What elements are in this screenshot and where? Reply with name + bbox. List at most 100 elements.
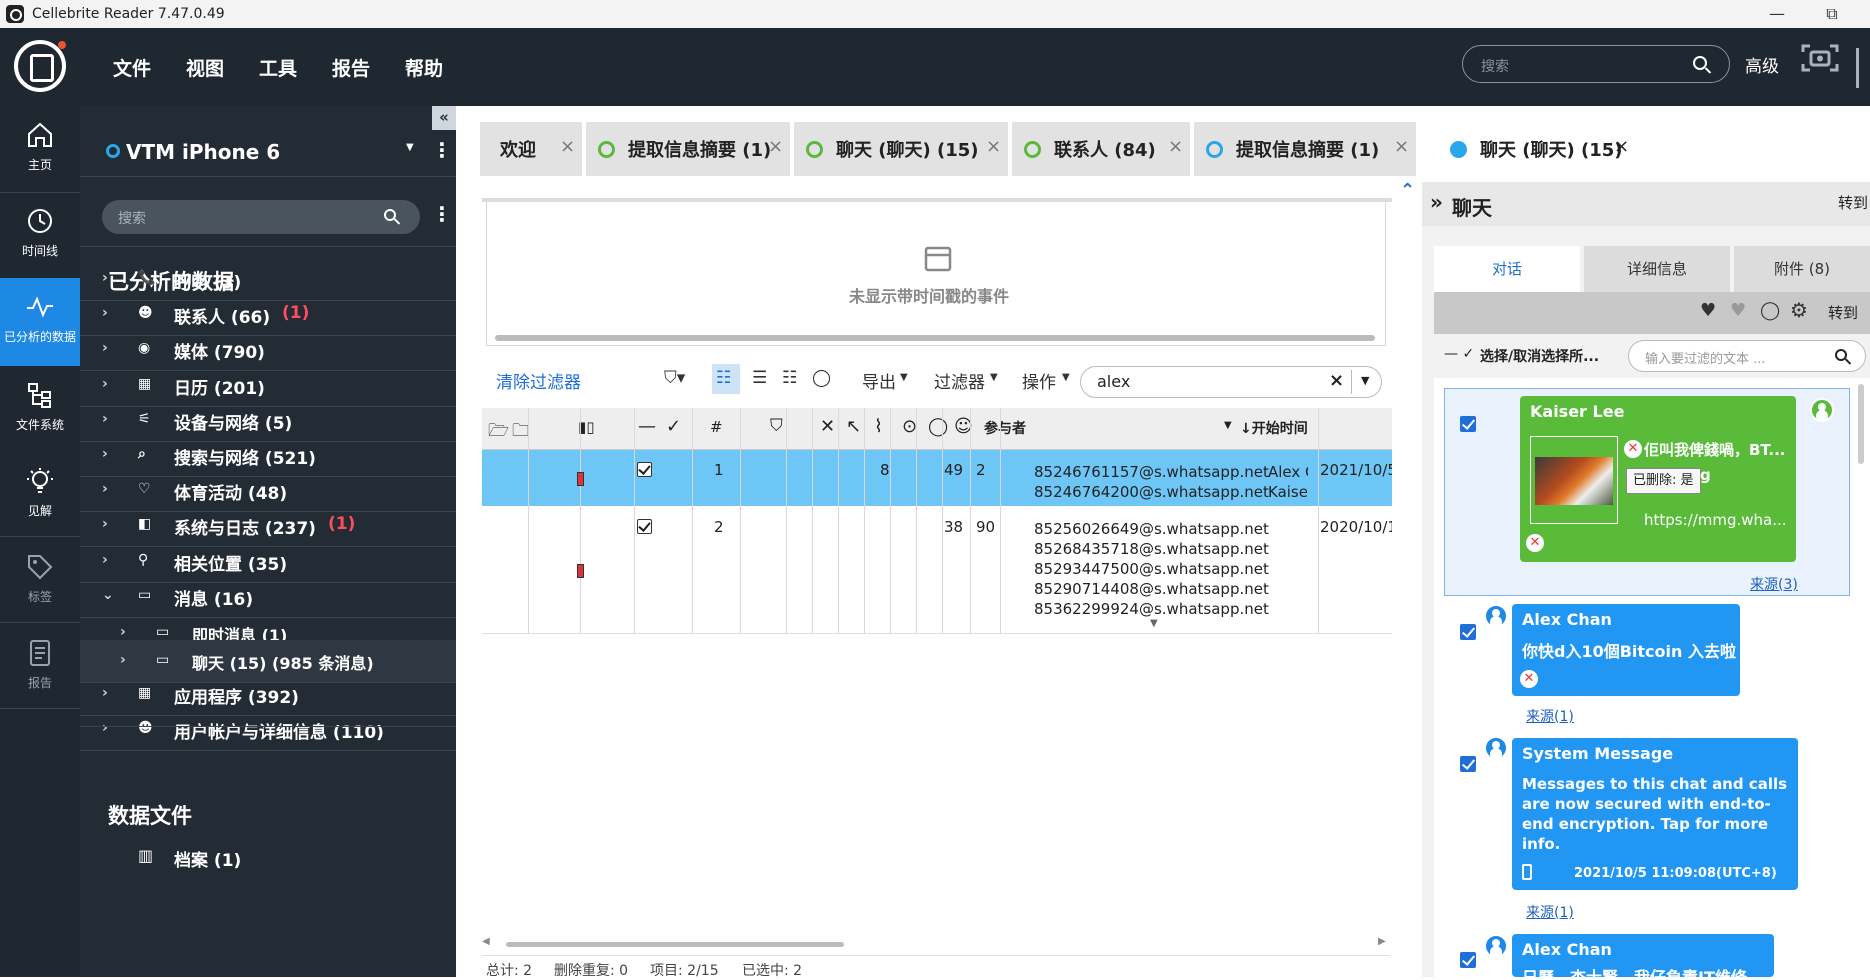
search-icon[interactable]	[384, 209, 396, 221]
row-1-checkbox[interactable]	[637, 462, 652, 477]
device-name[interactable]: VTM iPhone 6	[126, 140, 280, 164]
col-start-time[interactable]: ↓开始时间	[1240, 418, 1308, 438]
global-search-input[interactable]: 搜索	[1462, 45, 1730, 83]
tag-filter-icon[interactable]: ⛉▾	[664, 368, 685, 388]
chevron-down-icon[interactable]: ▼	[1224, 420, 1232, 431]
message-source-link[interactable]: 来源(3)	[1750, 574, 1798, 594]
nav-home[interactable]: 主页	[0, 106, 80, 192]
chevron-right-icon[interactable]: ›	[102, 720, 108, 736]
grid-horizontal-scrollbar[interactable]: ◀ ▶	[482, 936, 1390, 950]
close-icon[interactable]: ×	[986, 136, 1001, 157]
attachment-icon[interactable]: ⌇	[874, 416, 883, 437]
chevron-down-icon[interactable]: ⌄	[102, 587, 114, 603]
cellebrite-logo[interactable]	[14, 40, 66, 92]
nav-analyzed-data[interactable]: 已分析的数据	[0, 278, 80, 366]
message-source-link[interactable]: 来源(1)	[1526, 902, 1574, 922]
remove-tag-icon[interactable]: ♥	[1730, 300, 1746, 321]
archive-item[interactable]: 档案 (1)	[174, 846, 241, 871]
message-source-link[interactable]: 来源(1)	[1526, 706, 1574, 726]
message-link[interactable]: https://mmg.wha...	[1644, 510, 1787, 530]
tab-chats[interactable]: 聊天 (聊天) (15) ×	[794, 122, 1008, 176]
device-menu-icon[interactable]: ⋮	[432, 138, 452, 162]
tree-item[interactable]: › ☻ 用户帐户与详细信息 (110)	[80, 708, 456, 751]
grid-filter-input[interactable]: alex × ▼	[1080, 366, 1382, 398]
message-1-checkbox[interactable]	[1460, 416, 1476, 432]
message-bubble[interactable]: Kaiser Lee ✕ 佢叫我俾錢喎，BT... 已删除: 是 g https…	[1520, 396, 1796, 562]
tab-attachments[interactable]: 附件 (8)	[1734, 246, 1870, 292]
search-icon[interactable]	[1835, 349, 1847, 361]
panel-search-input[interactable]: 搜索	[102, 200, 420, 234]
message-scrollbar[interactable]	[1858, 384, 1864, 464]
list-view-icon[interactable]: ☷	[782, 368, 797, 388]
deleted-icon[interactable]: ✕	[820, 416, 835, 437]
tab-conversation[interactable]: 对话	[1434, 246, 1580, 292]
message-3-checkbox[interactable]	[1460, 756, 1476, 772]
scroll-left-icon[interactable]: ◀	[482, 936, 490, 947]
chevron-right-icon[interactable]: ›	[102, 340, 108, 356]
advanced-search-link[interactable]: 高级	[1745, 52, 1779, 77]
tag-icon[interactable]: ⛉	[770, 416, 783, 436]
select-toggle-icon[interactable]: — ✓	[1444, 346, 1474, 362]
message-2-checkbox[interactable]	[1460, 624, 1476, 640]
checklist-2-icon[interactable]: ☰	[752, 368, 767, 388]
chevron-down-icon[interactable]: ▼	[1361, 374, 1369, 387]
tab-extraction-summary-2[interactable]: 提取信息摘要 (1) ×	[1194, 122, 1416, 176]
close-icon[interactable]: ×	[768, 136, 783, 157]
chevron-right-icon[interactable]: ›	[102, 270, 108, 286]
message-bubble[interactable]: System Message Messages to this chat and…	[1512, 738, 1798, 890]
message-bubble[interactable]: Alex Chan 你快d入10個Bitcoin 入去啦 ✕	[1512, 604, 1740, 696]
chevron-right-icon[interactable]: ›	[102, 446, 108, 462]
chat-bubbles-icon[interactable]: ◯	[1760, 300, 1780, 321]
actions-menu[interactable]: 操作	[1022, 368, 1056, 393]
search-icon[interactable]	[1693, 56, 1707, 70]
tab-welcome[interactable]: 欢迎 ×	[480, 122, 582, 176]
nav-insights[interactable]: 见解	[0, 452, 80, 538]
clear-icon[interactable]: ×	[1329, 370, 1344, 391]
timeline-scrollbar[interactable]	[495, 335, 1375, 341]
tree-item[interactable]: ⌄ ▭ 消息 (16)	[80, 575, 456, 618]
settings-gear-icon[interactable]: ⚙	[1790, 298, 1808, 322]
fox-thumbnail-image[interactable]	[1535, 457, 1613, 505]
menu-report[interactable]: 报告	[332, 54, 370, 81]
chevron-right-icon[interactable]: ›	[102, 481, 108, 497]
nav-report[interactable]: 报告	[0, 624, 80, 710]
row-2-checkbox[interactable]	[637, 519, 652, 534]
chevron-right-icon[interactable]: ›	[102, 552, 108, 568]
menu-view[interactable]: 视图	[186, 54, 224, 81]
scrollbar-thumb[interactable]	[506, 942, 844, 947]
expand-down-icon[interactable]: ▼	[1150, 618, 1158, 629]
col-number[interactable]: #	[710, 418, 723, 436]
collapse-timeline-icon[interactable]: ⌃	[1400, 180, 1415, 201]
scroll-right-icon[interactable]: ▶	[1378, 936, 1386, 947]
close-icon[interactable]: ×	[1394, 136, 1409, 157]
maximize-button[interactable]: ⧉	[1812, 2, 1852, 26]
collapse-panel-button[interactable]: «	[432, 106, 456, 130]
tab-contacts[interactable]: 联系人 (84) ×	[1012, 122, 1190, 176]
attachment-frame[interactable]	[1530, 436, 1618, 524]
tab-chats-active[interactable]: 聊天 (聊天) (15) ×	[1438, 122, 1638, 176]
menu-tools[interactable]: 工具	[259, 54, 297, 81]
filter-menu[interactable]: 过滤器	[934, 368, 985, 393]
tab-details[interactable]: 详细信息	[1584, 246, 1730, 292]
chevron-right-icon[interactable]: ›	[102, 305, 108, 321]
arrow-icon[interactable]: ↖	[846, 416, 861, 437]
menu-file[interactable]: 文件	[113, 54, 151, 81]
screenshot-icon[interactable]	[1800, 42, 1840, 74]
folder-icon[interactable]: 🗀	[512, 418, 529, 447]
messages-icon[interactable]: ◯	[928, 416, 948, 437]
nav-timeline[interactable]: 时间线	[0, 192, 80, 278]
col-participants[interactable]: 参与者	[984, 418, 1026, 438]
nav-filesystem[interactable]: 文件系统	[0, 366, 80, 452]
goto-button[interactable]: 转到	[1838, 192, 1868, 213]
chevron-right-icon[interactable]: ›	[102, 685, 108, 701]
chevron-right-icon[interactable]: ›	[120, 624, 126, 640]
export-menu[interactable]: 导出	[862, 368, 896, 393]
select-all-button[interactable]: 选择/取消选择所...	[1480, 346, 1599, 366]
device-dropdown-icon[interactable]: ▼	[406, 142, 414, 153]
chevron-right-icon[interactable]: ›	[120, 652, 126, 668]
chevron-right-icon[interactable]: ›	[102, 516, 108, 532]
minimize-button[interactable]: —	[1757, 2, 1797, 26]
check-icon[interactable]: ✓	[666, 416, 681, 437]
deselect-icon[interactable]: —	[638, 416, 656, 437]
clear-filter-button[interactable]: 清除过滤器	[496, 368, 581, 393]
